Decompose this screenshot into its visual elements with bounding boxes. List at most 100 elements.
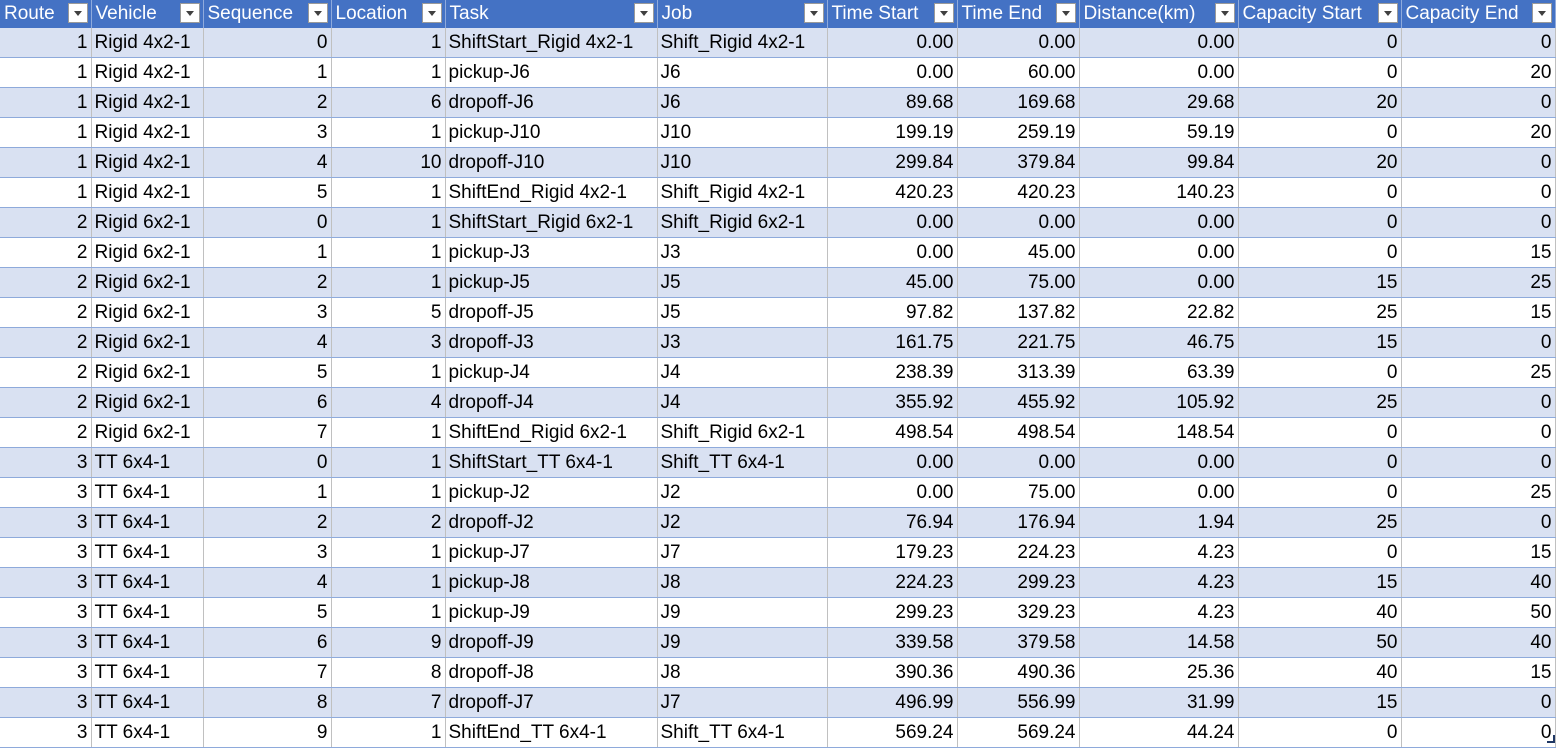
cell-capacity-start[interactable]: 0 xyxy=(1238,57,1402,88)
cell-capacity-end[interactable]: 0 xyxy=(1401,28,1556,58)
cell-route[interactable]: 2 xyxy=(0,237,92,268)
column-header-time-end[interactable]: Time End xyxy=(957,0,1080,28)
cell-route[interactable]: 2 xyxy=(0,327,92,358)
cell-job[interactable]: J9 xyxy=(657,597,828,628)
filter-dropdown-chevron-down-icon[interactable] xyxy=(633,3,654,23)
cell-job[interactable]: Shift_Rigid 4x2-1 xyxy=(657,28,828,58)
cell-time-start[interactable]: 498.54 xyxy=(827,417,958,448)
cell-task[interactable]: pickup-J3 xyxy=(445,237,658,268)
cell-route[interactable]: 3 xyxy=(0,627,92,658)
cell-distance[interactable]: 29.68 xyxy=(1079,87,1239,118)
column-header-vehicle[interactable]: Vehicle xyxy=(91,0,204,28)
cell-distance[interactable]: 25.36 xyxy=(1079,657,1239,688)
cell-time-end[interactable]: 0.00 xyxy=(957,207,1080,238)
cell-sequence[interactable]: 4 xyxy=(203,567,332,598)
cell-vehicle[interactable]: Rigid 4x2-1 xyxy=(91,177,204,208)
cell-route[interactable]: 2 xyxy=(0,297,92,328)
cell-task[interactable]: ShiftStart_Rigid 6x2-1 xyxy=(445,207,658,238)
cell-time-start[interactable]: 299.23 xyxy=(827,597,958,628)
cell-vehicle[interactable]: TT 6x4-1 xyxy=(91,477,204,508)
cell-job[interactable]: J3 xyxy=(657,327,828,358)
cell-sequence[interactable]: 0 xyxy=(203,207,332,238)
cell-capacity-start[interactable]: 25 xyxy=(1238,507,1402,538)
cell-time-end[interactable]: 75.00 xyxy=(957,267,1080,298)
cell-capacity-end[interactable]: 0 xyxy=(1401,417,1556,448)
cell-time-start[interactable]: 420.23 xyxy=(827,177,958,208)
cell-capacity-start[interactable]: 40 xyxy=(1238,657,1402,688)
cell-job[interactable]: Shift_TT 6x4-1 xyxy=(657,717,828,748)
cell-capacity-start[interactable]: 15 xyxy=(1238,267,1402,298)
cell-route[interactable]: 3 xyxy=(0,447,92,478)
cell-capacity-start[interactable]: 15 xyxy=(1238,687,1402,718)
cell-time-end[interactable]: 224.23 xyxy=(957,537,1080,568)
cell-route[interactable]: 3 xyxy=(0,687,92,718)
cell-capacity-start[interactable]: 0 xyxy=(1238,117,1402,148)
cell-distance[interactable]: 59.19 xyxy=(1079,117,1239,148)
cell-distance[interactable]: 46.75 xyxy=(1079,327,1239,358)
cell-distance[interactable]: 31.99 xyxy=(1079,687,1239,718)
cell-time-start[interactable]: 199.19 xyxy=(827,117,958,148)
cell-distance[interactable]: 63.39 xyxy=(1079,357,1239,388)
cell-vehicle[interactable]: Rigid 6x2-1 xyxy=(91,387,204,418)
cell-time-start[interactable]: 0.00 xyxy=(827,57,958,88)
cell-capacity-end[interactable]: 0 xyxy=(1401,327,1556,358)
cell-vehicle[interactable]: TT 6x4-1 xyxy=(91,717,204,748)
cell-time-end[interactable]: 329.23 xyxy=(957,597,1080,628)
cell-time-end[interactable]: 569.24 xyxy=(957,717,1080,748)
cell-location[interactable]: 1 xyxy=(331,28,446,58)
cell-time-start[interactable]: 0.00 xyxy=(827,237,958,268)
cell-task[interactable]: pickup-J4 xyxy=(445,357,658,388)
cell-time-end[interactable]: 556.99 xyxy=(957,687,1080,718)
cell-vehicle[interactable]: Rigid 6x2-1 xyxy=(91,237,204,268)
cell-sequence[interactable]: 2 xyxy=(203,87,332,118)
cell-sequence[interactable]: 3 xyxy=(203,117,332,148)
cell-job[interactable]: J9 xyxy=(657,627,828,658)
cell-capacity-start[interactable]: 0 xyxy=(1238,28,1402,58)
cell-job[interactable]: J7 xyxy=(657,537,828,568)
cell-sequence[interactable]: 2 xyxy=(203,267,332,298)
cell-route[interactable]: 2 xyxy=(0,267,92,298)
cell-location[interactable]: 1 xyxy=(331,117,446,148)
cell-route[interactable]: 1 xyxy=(0,28,92,58)
cell-time-end[interactable]: 60.00 xyxy=(957,57,1080,88)
cell-time-start[interactable]: 299.84 xyxy=(827,147,958,178)
cell-task[interactable]: pickup-J2 xyxy=(445,477,658,508)
cell-job[interactable]: J8 xyxy=(657,657,828,688)
cell-vehicle[interactable]: TT 6x4-1 xyxy=(91,597,204,628)
cell-time-start[interactable]: 390.36 xyxy=(827,657,958,688)
cell-location[interactable]: 1 xyxy=(331,477,446,508)
cell-route[interactable]: 3 xyxy=(0,597,92,628)
cell-time-start[interactable]: 238.39 xyxy=(827,357,958,388)
cell-route[interactable]: 3 xyxy=(0,477,92,508)
cell-task[interactable]: dropoff-J10 xyxy=(445,147,658,178)
cell-vehicle[interactable]: Rigid 6x2-1 xyxy=(91,327,204,358)
filter-dropdown-chevron-down-icon[interactable] xyxy=(1055,3,1076,23)
filter-dropdown-chevron-down-icon[interactable] xyxy=(1531,3,1552,23)
cell-capacity-start[interactable]: 15 xyxy=(1238,567,1402,598)
cell-location[interactable]: 1 xyxy=(331,177,446,208)
cell-time-end[interactable]: 259.19 xyxy=(957,117,1080,148)
cell-capacity-start[interactable]: 0 xyxy=(1238,207,1402,238)
cell-capacity-start[interactable]: 20 xyxy=(1238,87,1402,118)
cell-capacity-start[interactable]: 15 xyxy=(1238,327,1402,358)
cell-sequence[interactable]: 4 xyxy=(203,327,332,358)
cell-capacity-start[interactable]: 20 xyxy=(1238,147,1402,178)
cell-task[interactable]: dropoff-J6 xyxy=(445,87,658,118)
cell-distance[interactable]: 140.23 xyxy=(1079,177,1239,208)
filter-dropdown-chevron-down-icon[interactable] xyxy=(1377,3,1398,23)
cell-distance[interactable]: 0.00 xyxy=(1079,237,1239,268)
cell-vehicle[interactable]: TT 6x4-1 xyxy=(91,567,204,598)
cell-capacity-start[interactable]: 25 xyxy=(1238,387,1402,418)
cell-route[interactable]: 3 xyxy=(0,657,92,688)
cell-task[interactable]: pickup-J5 xyxy=(445,267,658,298)
cell-vehicle[interactable]: TT 6x4-1 xyxy=(91,627,204,658)
column-header-location[interactable]: Location xyxy=(331,0,446,28)
cell-location[interactable]: 1 xyxy=(331,237,446,268)
cell-sequence[interactable]: 5 xyxy=(203,357,332,388)
cell-sequence[interactable]: 6 xyxy=(203,387,332,418)
cell-vehicle[interactable]: TT 6x4-1 xyxy=(91,537,204,568)
cell-distance[interactable]: 0.00 xyxy=(1079,447,1239,478)
cell-job[interactable]: J8 xyxy=(657,567,828,598)
cell-task[interactable]: pickup-J10 xyxy=(445,117,658,148)
cell-capacity-end[interactable]: 40 xyxy=(1401,567,1556,598)
